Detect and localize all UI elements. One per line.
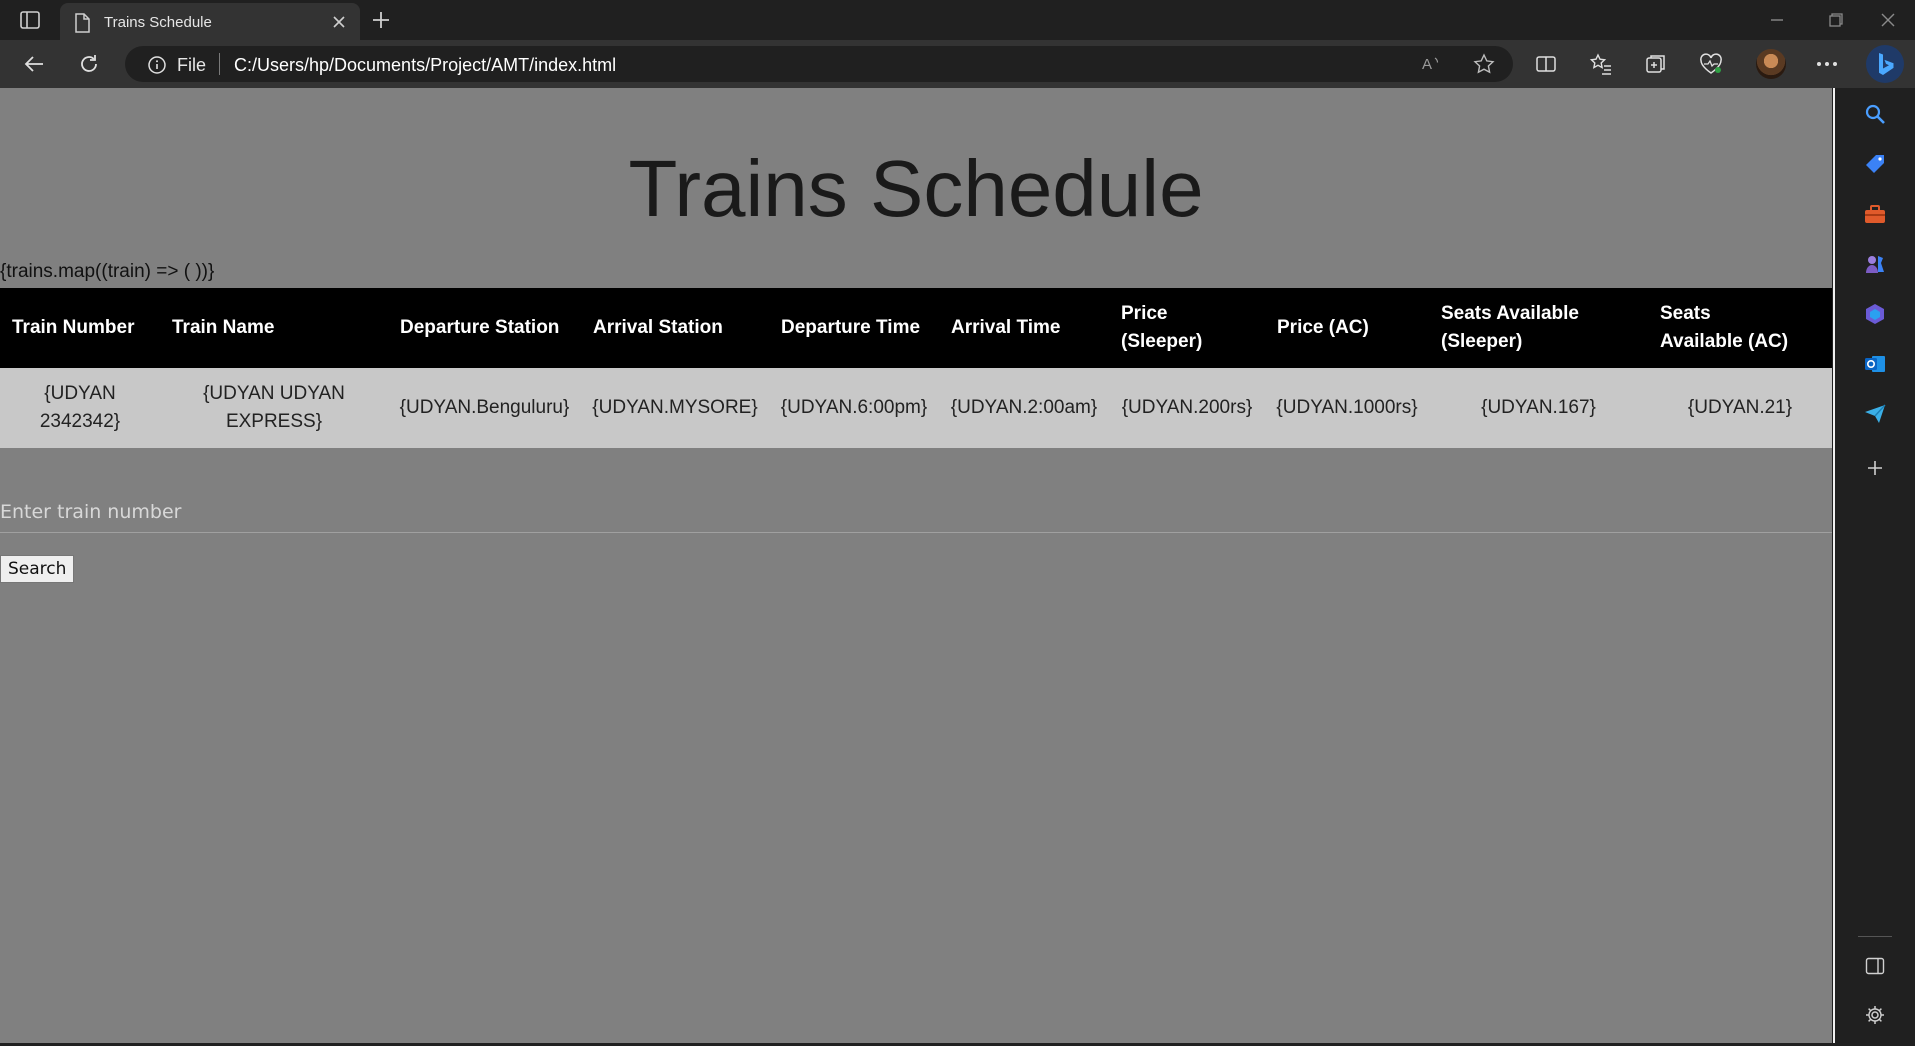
collections-icon: [1646, 55, 1665, 73]
column-header: Seats Available (AC): [1660, 303, 1789, 352]
column-header: Departure Station: [400, 317, 560, 338]
sidebar-add-button[interactable]: [1863, 456, 1887, 480]
edge-sidebar: [1835, 88, 1915, 1046]
shopping-tag-icon: [1866, 155, 1884, 173]
sidebar-office-button[interactable]: [1863, 302, 1887, 326]
close-tab-icon[interactable]: [330, 13, 348, 31]
table-cell: {UDYAN.200rs}: [1121, 397, 1253, 418]
new-tab-icon[interactable]: [368, 8, 394, 32]
table-cell: {UDYAN.MYSORE}: [592, 397, 758, 418]
sidebar-search-button[interactable]: [1863, 102, 1887, 126]
search-icon: [1865, 104, 1885, 124]
train-number-input[interactable]: [0, 491, 1832, 533]
page-icon: [75, 13, 90, 33]
favorite-star-icon[interactable]: [1473, 53, 1495, 75]
copilot-button[interactable]: [1866, 45, 1904, 83]
plus-icon: [1868, 461, 1882, 475]
refresh-icon: [81, 55, 97, 72]
address-bar[interactable]: File C:/Users/hp/Documents/Project/AMT/i…: [125, 46, 1513, 82]
tab-actions-icon: [20, 11, 40, 29]
microsoft365-icon: [1866, 304, 1884, 324]
info-icon[interactable]: [147, 55, 167, 75]
svg-text:A: A: [1422, 56, 1432, 73]
back-button[interactable]: [20, 50, 48, 78]
column-header: Arrival Time: [951, 317, 1061, 338]
search-button[interactable]: Search: [0, 555, 75, 583]
sidebar-settings-button[interactable]: [1863, 1003, 1887, 1027]
drop-send-icon: [1865, 404, 1886, 423]
gear-icon: [1866, 1006, 1884, 1024]
close-window-icon[interactable]: [1873, 8, 1903, 32]
tab-title: Trains Schedule: [104, 14, 212, 31]
table-cell: {UDYAN.2:00am}: [950, 397, 1098, 418]
active-tab[interactable]: Trains Schedule: [60, 3, 360, 40]
browser-toolbar: File C:/Users/hp/Documents/Project/AMT/i…: [0, 40, 1915, 88]
heart-pulse-icon: [1700, 53, 1722, 74]
copilot-icon: [1879, 53, 1894, 75]
games-chess-icon: [1866, 256, 1884, 273]
sidebar-hide-button[interactable]: [1863, 954, 1887, 978]
favorites-icon: [1589, 53, 1611, 75]
table-cell: {UDYAN.Benguluru}: [399, 397, 570, 418]
collections-button[interactable]: [1642, 50, 1670, 78]
table-header-row: Train Number Train Name Departure Statio…: [0, 288, 1832, 368]
more-menu-button[interactable]: [1813, 50, 1841, 78]
column-header: Train Number: [12, 317, 135, 338]
address-url[interactable]: C:/Users/hp/Documents/Project/AMT/index.…: [234, 55, 616, 76]
refresh-button[interactable]: [75, 50, 103, 78]
column-header: Train Name: [172, 317, 275, 338]
page-viewport: Trains Schedule {trains.map((train) => (…: [0, 88, 1832, 1043]
back-arrow-icon: [24, 56, 43, 72]
sidebar-shopping-button[interactable]: [1863, 152, 1887, 176]
sidebar-tools-button[interactable]: [1863, 202, 1887, 226]
table-row: {UDYAN 2342342} {UDYAN UDYAN EXPRESS} {U…: [0, 368, 1832, 448]
restore-icon[interactable]: [1820, 8, 1850, 32]
column-header: Price (Sleeper): [1121, 303, 1203, 352]
profile-avatar[interactable]: [1756, 49, 1786, 79]
tab-strip: Trains Schedule: [0, 0, 1915, 40]
read-aloud-icon[interactable]: A: [1421, 54, 1443, 74]
raw-jsx-text: {trains.map((train) => ( ))}: [0, 261, 215, 282]
panel-toggle-icon: [1865, 957, 1885, 975]
minimize-icon[interactable]: [1762, 8, 1792, 32]
table-cell: {UDYAN 2342342}: [39, 383, 121, 432]
sidebar-divider: [1858, 936, 1892, 937]
address-scheme: File: [177, 55, 207, 75]
tab-actions-button[interactable]: [14, 8, 46, 32]
browser-essentials-button[interactable]: [1697, 50, 1725, 78]
outlook-icon: [1865, 356, 1885, 372]
more-dots-icon: [1817, 62, 1837, 66]
sidebar-games-button[interactable]: [1863, 252, 1887, 276]
table-cell: {UDYAN.167}: [1481, 397, 1596, 418]
table-cell: {UDYAN UDYAN EXPRESS}: [203, 383, 345, 432]
sidebar-drop-button[interactable]: [1863, 402, 1887, 426]
split-screen-icon: [1536, 56, 1556, 72]
column-header: Seats Available (Sleeper): [1441, 303, 1580, 352]
schedule-table: Train Number Train Name Departure Statio…: [0, 288, 1832, 448]
column-header: Price (AC): [1277, 317, 1369, 338]
split-screen-button[interactable]: [1532, 50, 1560, 78]
table-cell: {UDYAN.6:00pm}: [780, 397, 928, 418]
sidebar-outlook-button[interactable]: [1863, 352, 1887, 376]
address-separator: [219, 53, 220, 75]
table-cell: {UDYAN.1000rs}: [1276, 397, 1418, 418]
column-header: Arrival Station: [593, 317, 723, 338]
table-cell: {UDYAN.21}: [1687, 397, 1793, 418]
toolbox-icon: [1865, 205, 1885, 223]
column-header: Departure Time: [781, 317, 921, 338]
page-title: Trains Schedule: [628, 144, 1204, 233]
favorites-button[interactable]: [1587, 50, 1615, 78]
